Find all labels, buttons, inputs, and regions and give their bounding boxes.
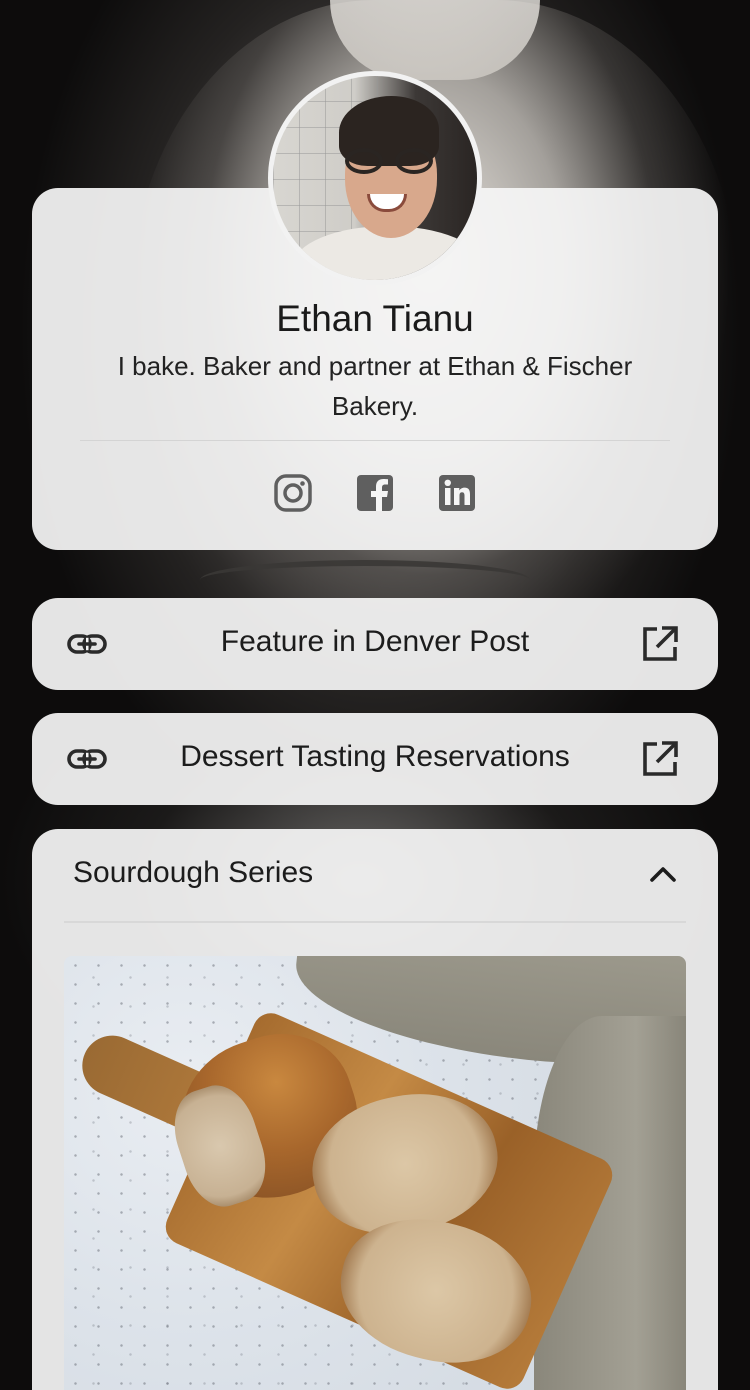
facebook-link[interactable] (355, 473, 395, 513)
background-sieve (200, 560, 530, 600)
link-button-denver-post[interactable]: Feature in Denver Post (32, 598, 718, 690)
profile-divider (80, 440, 670, 441)
link-icon (67, 749, 107, 769)
link-icon (67, 634, 107, 654)
profile-name: Ethan Tianu (276, 298, 474, 339)
avatar-frame (268, 71, 482, 285)
instagram-link[interactable] (273, 473, 313, 513)
external-link-icon (643, 741, 678, 776)
link-button-dessert-tasting[interactable]: Dessert Tasting Reservations (32, 713, 718, 805)
external-link-icon (643, 626, 678, 661)
instagram-icon (274, 474, 312, 512)
linkedin-link[interactable] (437, 473, 477, 513)
link-label: Feature in Denver Post (220, 625, 530, 658)
linkedin-icon (439, 475, 475, 511)
social-links (32, 473, 718, 515)
link-label: Dessert Tasting Reservations (180, 740, 570, 773)
section-divider (64, 921, 686, 923)
section-title: Sourdough Series (73, 856, 314, 889)
facebook-icon (357, 475, 393, 511)
chevron-up-icon[interactable] (646, 861, 680, 885)
profile-bio: I bake. Baker and partner at Ethan & Fis… (117, 351, 633, 421)
sourdough-series-section: Sourdough Series (32, 829, 718, 1390)
avatar (273, 76, 477, 280)
sourdough-bread-image (64, 956, 686, 1390)
